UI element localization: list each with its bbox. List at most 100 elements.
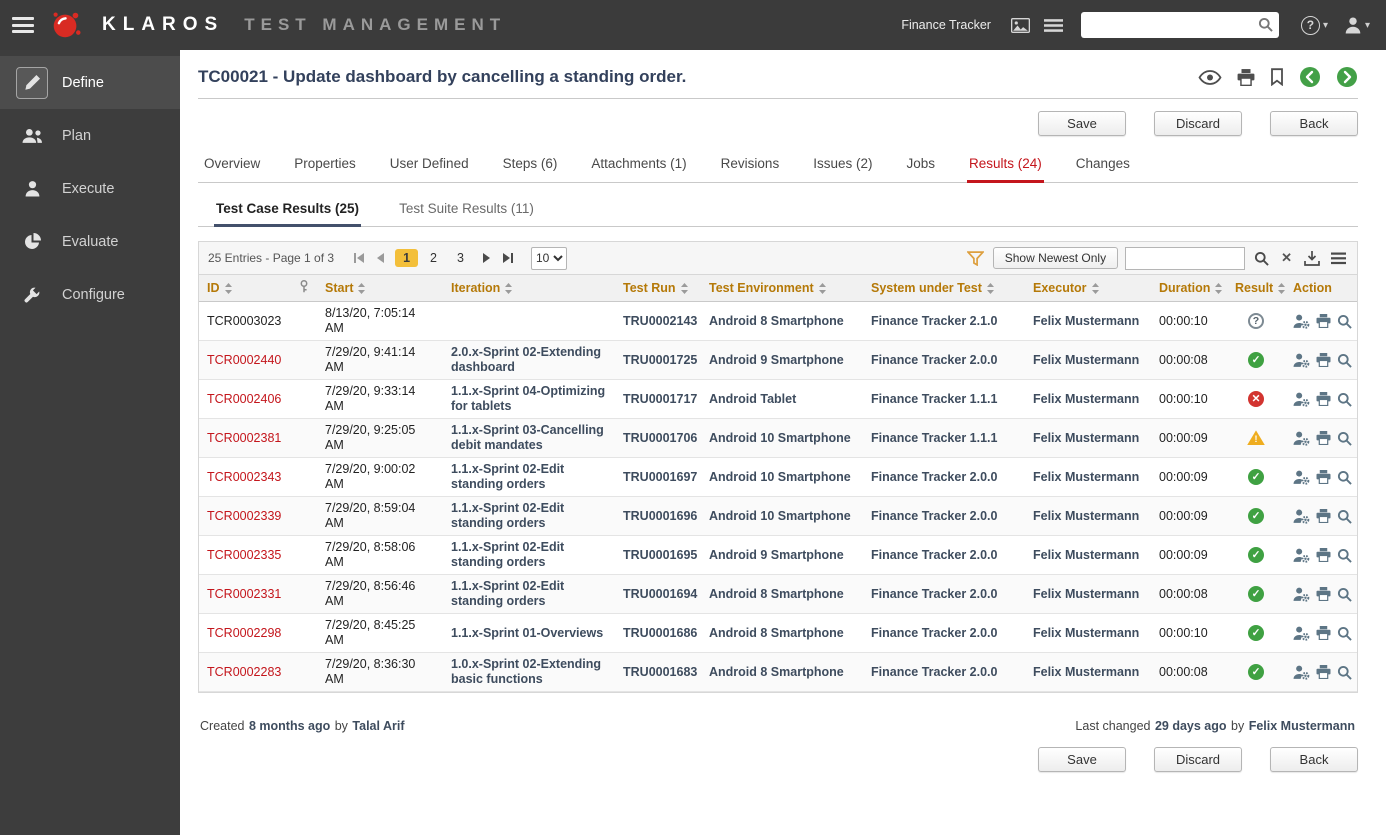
iteration-link[interactable]: 2.0.x-Sprint 02-Extending dashboard [451, 345, 601, 374]
print-icon[interactable] [1237, 68, 1255, 86]
view-result-icon[interactable] [1337, 353, 1352, 368]
help-menu[interactable]: ? ▾ [1300, 15, 1328, 35]
page-size-select[interactable]: 10 [530, 246, 567, 270]
result-id-link[interactable]: TCR0002440 [207, 353, 281, 367]
tab-issues-2[interactable]: Issues (2) [811, 151, 874, 182]
tab-jobs[interactable]: Jobs [904, 151, 937, 182]
view-result-icon[interactable] [1337, 665, 1352, 680]
edit-result-icon[interactable] [1293, 470, 1310, 485]
print-result-icon[interactable] [1316, 392, 1331, 406]
column-header-system-under-test[interactable]: System under Test [863, 275, 1025, 302]
iteration-link[interactable]: 1.1.x-Sprint 04-Optimizing for tablets [451, 384, 605, 413]
system-under-test-link[interactable]: Finance Tracker 2.0.0 [871, 470, 997, 484]
test-environment-link[interactable]: Android 10 Smartphone [709, 509, 851, 523]
print-result-icon[interactable] [1316, 548, 1331, 562]
download-icon[interactable] [1302, 250, 1322, 266]
edit-result-icon[interactable] [1293, 392, 1310, 407]
tab-overview[interactable]: Overview [202, 151, 262, 182]
previous-element-icon[interactable] [1299, 66, 1321, 88]
test-environment-link[interactable]: Android 9 Smartphone [709, 353, 844, 367]
show-newest-only-button[interactable]: Show Newest Only [992, 247, 1119, 269]
view-result-icon[interactable] [1337, 548, 1352, 563]
iteration-link[interactable]: 1.1.x-Sprint 02-Edit standing orders [451, 579, 564, 608]
test-run-link[interactable]: TRU0001706 [623, 431, 697, 445]
executor-link[interactable]: Felix Mustermann [1033, 392, 1139, 406]
view-result-icon[interactable] [1337, 587, 1352, 602]
changed-time-link[interactable]: 29 days ago [1155, 719, 1227, 733]
executor-link[interactable]: Felix Mustermann [1033, 431, 1139, 445]
subtab-test-case-results-25[interactable]: Test Case Results (25) [214, 198, 362, 227]
created-user-link[interactable]: Talal Arif [352, 719, 404, 733]
user-menu[interactable]: ▾ [1344, 16, 1370, 34]
test-environment-link[interactable]: Android 9 Smartphone [709, 548, 844, 562]
preview-icon[interactable] [1198, 69, 1222, 85]
test-environment-link[interactable]: Android 8 Smartphone [709, 587, 844, 601]
menu-toggle-icon[interactable] [12, 17, 34, 33]
project-selector[interactable]: Finance Tracker [901, 18, 991, 32]
previous-page-icon[interactable] [374, 253, 386, 263]
result-id-link[interactable]: TCR0002335 [207, 548, 281, 562]
tab-attachments-1[interactable]: Attachments (1) [589, 151, 688, 182]
executor-link[interactable]: Felix Mustermann [1033, 470, 1139, 484]
edit-result-icon[interactable] [1293, 431, 1310, 446]
executor-link[interactable]: Felix Mustermann [1033, 509, 1139, 523]
print-result-icon[interactable] [1316, 314, 1331, 328]
test-environment-link[interactable]: Android 10 Smartphone [709, 470, 851, 484]
print-result-icon[interactable] [1316, 431, 1331, 445]
view-result-icon[interactable] [1337, 431, 1352, 446]
tab-results-24[interactable]: Results (24) [967, 151, 1044, 183]
iteration-link[interactable]: 1.1.x-Sprint 01-Overviews [451, 626, 603, 640]
test-run-link[interactable]: TRU0001696 [623, 509, 697, 523]
table-search-input[interactable] [1125, 246, 1246, 270]
print-result-icon[interactable] [1316, 470, 1331, 484]
system-under-test-link[interactable]: Finance Tracker 1.1.1 [871, 431, 997, 445]
print-result-icon[interactable] [1316, 353, 1331, 367]
iteration-link[interactable]: 1.0.x-Sprint 02-Extending basic function… [451, 657, 601, 686]
system-under-test-link[interactable]: Finance Tracker 2.1.0 [871, 314, 997, 328]
save-button-bottom[interactable]: Save [1038, 747, 1126, 772]
test-run-link[interactable]: TRU0001717 [623, 392, 697, 406]
tab-changes[interactable]: Changes [1074, 151, 1132, 182]
result-id-link[interactable]: TCR0002339 [207, 509, 281, 523]
executor-link[interactable]: Felix Mustermann [1033, 626, 1139, 640]
column-header-iteration[interactable]: Iteration [443, 275, 615, 302]
iteration-link[interactable]: 1.1.x-Sprint 03-Cancelling debit mandate… [451, 423, 604, 452]
system-under-test-link[interactable]: Finance Tracker 1.1.1 [871, 392, 997, 406]
edit-result-icon[interactable] [1293, 509, 1310, 524]
discard-button[interactable]: Discard [1154, 111, 1242, 136]
executor-link[interactable]: Felix Mustermann [1033, 587, 1139, 601]
column-header-result[interactable]: Result [1227, 275, 1285, 302]
system-under-test-link[interactable]: Finance Tracker 2.0.0 [871, 353, 997, 367]
changed-user-link[interactable]: Felix Mustermann [1249, 719, 1355, 733]
back-button[interactable]: Back [1270, 111, 1358, 136]
test-environment-link[interactable]: Android 8 Smartphone [709, 314, 844, 328]
sidebar-item-define[interactable]: Define [0, 56, 180, 109]
bookmark-icon[interactable] [1270, 68, 1284, 86]
view-result-icon[interactable] [1337, 392, 1352, 407]
discard-button-bottom[interactable]: Discard [1154, 747, 1242, 772]
column-header-start[interactable]: Start [317, 275, 443, 302]
test-run-link[interactable]: TRU0001686 [623, 626, 697, 640]
print-result-icon[interactable] [1316, 626, 1331, 640]
edit-result-icon[interactable] [1293, 626, 1310, 641]
sidebar-item-configure[interactable]: Configure [0, 268, 180, 321]
list-view-icon[interactable] [1042, 16, 1065, 35]
save-button[interactable]: Save [1038, 111, 1126, 136]
print-result-icon[interactable] [1316, 587, 1331, 601]
test-run-link[interactable]: TRU0002143 [623, 314, 697, 328]
test-environment-link[interactable]: Android Tablet [709, 392, 796, 406]
table-search-icon[interactable] [1252, 251, 1271, 266]
edit-result-icon[interactable] [1293, 353, 1310, 368]
result-id-link[interactable]: TCR0002298 [207, 626, 281, 640]
test-run-link[interactable]: TRU0001697 [623, 470, 697, 484]
global-search-input[interactable] [1080, 12, 1279, 38]
result-id-link[interactable]: TCR0002381 [207, 431, 281, 445]
executor-link[interactable]: Felix Mustermann [1033, 314, 1139, 328]
system-under-test-link[interactable]: Finance Tracker 2.0.0 [871, 587, 997, 601]
result-id-link[interactable]: TCR0002331 [207, 587, 281, 601]
test-environment-link[interactable]: Android 8 Smartphone [709, 626, 844, 640]
column-header-duration[interactable]: Duration [1151, 275, 1227, 302]
test-run-link[interactable]: TRU0001695 [623, 548, 697, 562]
edit-result-icon[interactable] [1293, 314, 1310, 329]
first-page-icon[interactable] [351, 253, 367, 263]
